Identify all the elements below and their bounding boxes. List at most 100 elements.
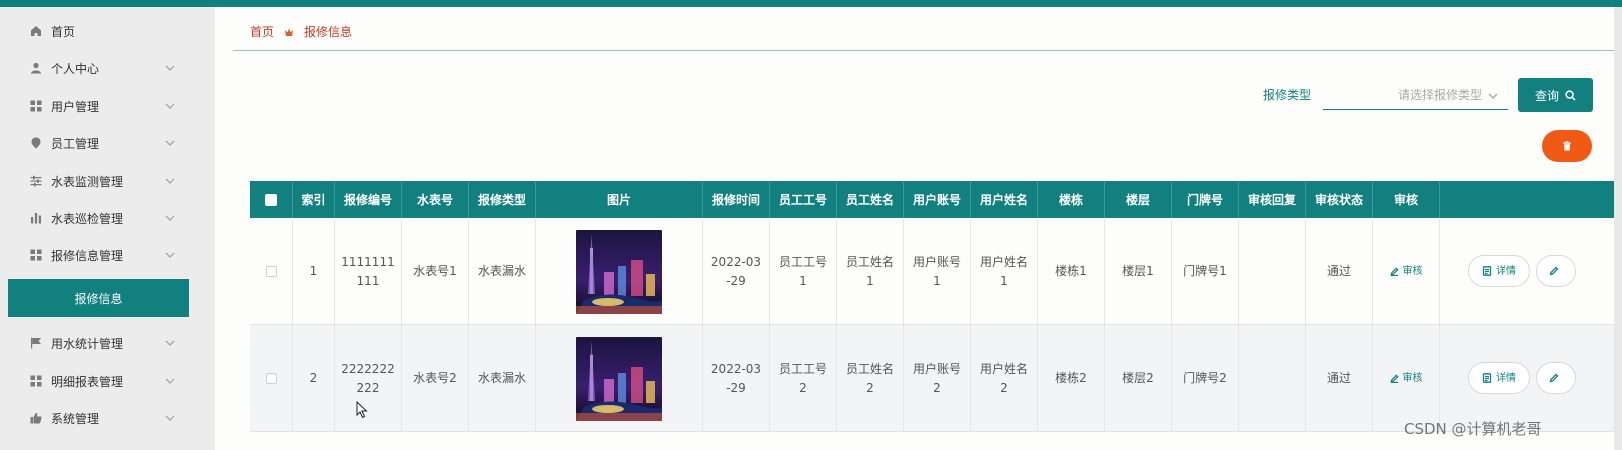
table-cell: 用户账号2 (904, 325, 971, 432)
detail-label: 详情 (1496, 265, 1516, 277)
sidebar-item-label: 首页 (51, 24, 76, 39)
column-header: 水表号 (402, 181, 469, 218)
sidebar-item-meter-monitoring[interactable]: 水表监测管理 (0, 162, 215, 200)
column-header: 门牌号 (1172, 181, 1239, 218)
table-cell: 楼栋2 (1038, 325, 1105, 432)
sidebar-item-label: 用户管理 (51, 99, 100, 114)
edit-icon (1389, 267, 1399, 276)
search-button-label: 查询 (1534, 88, 1559, 103)
edit-icon (1389, 374, 1399, 383)
table-cell: 员工工号1 (770, 218, 837, 325)
sidebar-item-label: 系统管理 (51, 411, 100, 426)
table-cell: 通过 (1306, 218, 1373, 325)
breadcrumb: 首页 报修信息 (250, 23, 352, 40)
actions-cell: 详情 (1440, 325, 1622, 432)
repair-type-placeholder: 请选择报修类型 (1397, 88, 1482, 102)
select-all-checkbox[interactable] (265, 193, 277, 206)
sidebar-item-repair-management[interactable]: 报修信息管理 (0, 236, 215, 274)
search-button[interactable]: 查询 (1518, 78, 1593, 112)
chevron-down-icon (165, 249, 177, 261)
column-header: 员工工号 (770, 181, 837, 218)
audit-label: 审核 (1402, 373, 1423, 384)
repair-photo[interactable] (576, 229, 662, 314)
sidebar-item-meter-inspection[interactable]: 水表巡检管理 (0, 199, 215, 237)
audit-cell: 审核 (1373, 325, 1440, 432)
sidebar-item-report-management[interactable]: 明细报表管理 (0, 362, 215, 400)
vertical-scrollbar[interactable] (1614, 7, 1622, 450)
column-header: 员工姓名 (837, 181, 904, 218)
edit-button[interactable] (1536, 255, 1576, 287)
table-cell: 水表号1 (402, 218, 469, 325)
chevron-down-icon (165, 375, 177, 387)
sidebar-item-home[interactable]: 首页 (0, 12, 215, 50)
repair-type-select[interactable]: 请选择报修类型 (1323, 80, 1508, 110)
column-header: 报修时间 (703, 181, 770, 218)
column-header: 报修类型 (469, 181, 536, 218)
column-header: 审核状态 (1306, 181, 1373, 218)
sidebar-item-repair-info[interactable]: 报修信息 (8, 279, 189, 317)
detail-button[interactable]: 详情 (1468, 255, 1530, 287)
chevron-down-icon (165, 100, 177, 112)
repair-photo[interactable] (576, 336, 662, 421)
sidebar-item-system-management[interactable]: 系统管理 (0, 399, 215, 437)
sidebar-item-personal-center[interactable]: 个人中心 (0, 49, 215, 87)
table-cell: 水表漏水 (469, 218, 536, 325)
sidebar-item-user-management[interactable]: 用户管理 (0, 87, 215, 125)
sidebar-item-label: 报修信息管理 (51, 248, 124, 263)
sidebar-item-staff-management[interactable]: 员工管理 (0, 124, 215, 162)
table-cell: 员工工号2 (770, 325, 837, 432)
table-cell (1239, 325, 1306, 432)
table-cell: 楼层2 (1105, 325, 1172, 432)
table-row: 2 2222222222 水表号2 水表漏水 2022-03-29 员工工号2 … (250, 325, 1622, 432)
top-accent-bar (0, 0, 1622, 7)
audit-link[interactable]: 审核 (1389, 262, 1423, 281)
mouse-cursor-icon (356, 401, 368, 419)
table-cell: 门牌号2 (1172, 325, 1239, 432)
row-checkbox[interactable] (265, 266, 277, 277)
table-cell: 员工姓名2 (837, 325, 904, 432)
sidebar: 首页 个人中心 用户管理 员工管理 水表监测管理 水表巡检管理 报修信息管理 报… (0, 7, 215, 450)
flag-icon (29, 336, 43, 350)
grid-icon (29, 99, 43, 113)
user-icon (29, 61, 43, 75)
table-cell: 门牌号1 (1172, 218, 1239, 325)
table-header: 索引 报修编号 水表号 报修类型 图片 报修时间 员工工号 员工姓名 用户账号 … (250, 181, 1622, 218)
document-icon (1482, 373, 1492, 383)
table-cell: 员工姓名1 (837, 218, 904, 325)
crown-icon (284, 27, 294, 37)
delete-button[interactable] (1542, 130, 1592, 162)
table-cell: 水表号2 (402, 325, 469, 432)
repair-type-label: 报修类型 (1263, 88, 1312, 102)
table-cell: 用户姓名1 (971, 218, 1038, 325)
search-icon (1565, 89, 1576, 101)
home-icon (29, 24, 43, 38)
chevron-down-icon (165, 212, 177, 224)
column-header: 操 (1440, 181, 1622, 218)
sidebar-item-label: 水表巡检管理 (51, 211, 124, 226)
edit-button[interactable] (1536, 362, 1576, 394)
row-checkbox[interactable] (265, 373, 277, 384)
audit-label: 审核 (1402, 266, 1423, 277)
table-cell: 楼栋1 (1038, 218, 1105, 325)
column-header: 审核回复 (1239, 181, 1306, 218)
chevron-down-icon (165, 412, 177, 424)
sidebar-item-label: 员工管理 (51, 136, 100, 151)
table-cell (1239, 218, 1306, 325)
watermark: CSDN @计算机老哥 (1404, 420, 1542, 438)
column-header: 索引 (293, 181, 335, 218)
audit-link[interactable]: 审核 (1389, 369, 1423, 388)
chevron-down-icon (165, 175, 177, 187)
sidebar-item-label: 个人中心 (51, 61, 100, 76)
column-header: 审核 (1373, 181, 1440, 218)
document-icon (1482, 266, 1492, 276)
column-header: 楼层 (1105, 181, 1172, 218)
actions-cell: 详情 (1440, 218, 1622, 325)
table-cell: 通过 (1306, 325, 1373, 432)
grid-icon (29, 248, 43, 262)
sidebar-item-water-statistics[interactable]: 用水统计管理 (0, 324, 215, 362)
breadcrumb-home[interactable]: 首页 (250, 23, 274, 40)
table-cell: 2022-03-29 (703, 325, 770, 432)
chevron-down-icon (165, 137, 177, 149)
table-cell: 2022-03-29 (703, 218, 770, 325)
detail-button[interactable]: 详情 (1468, 362, 1530, 394)
